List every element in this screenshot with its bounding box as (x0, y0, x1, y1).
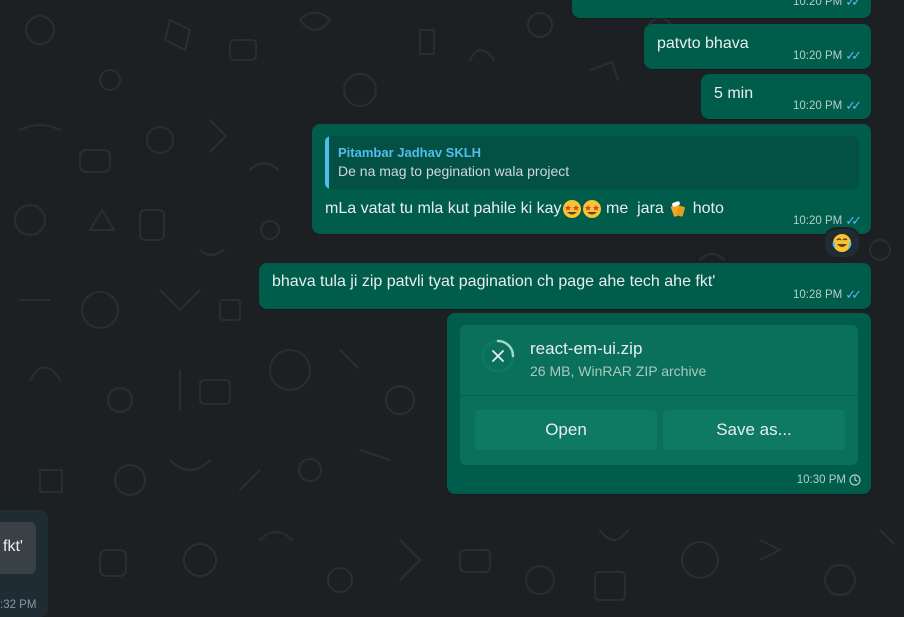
message-bubble[interactable]: patvto bhava 10:20 PM ✓✓ (644, 24, 871, 69)
message-meta: 10:28 PM ✓✓ (792, 287, 862, 303)
file-info: 26 MB, WinRAR ZIP archive (530, 363, 707, 379)
incoming-message-text: fkt' (3, 538, 23, 555)
face-with-tears-of-joy-icon (832, 234, 852, 252)
quote-author: Pitambar Jadhav SKLH (338, 145, 482, 160)
message-time: 10:20 PM (792, 0, 843, 8)
message-meta: 10:20 PM ✓✓ (792, 98, 862, 114)
download-progress[interactable] (480, 338, 516, 374)
star-struck-emoji-icon (562, 200, 581, 218)
message-time: 10:20 PM (792, 100, 843, 112)
message-bubble[interactable]: bhava tula ji zip patvli tyat pagination… (259, 263, 871, 309)
incoming-file-card: fkt' (0, 522, 36, 574)
file-message-bubble[interactable]: react-em-ui.zip 26 MB, WinRAR ZIP archiv… (447, 313, 871, 494)
message-meta: 10:20 PM ✓✓ (792, 0, 862, 10)
incoming-message-bubble[interactable]: fkt' :32 PM (0, 510, 48, 617)
message-text: patvto bhava (657, 35, 749, 52)
double-check-icon: ✓✓ (845, 0, 862, 9)
message-bubble[interactable]: 10:20 PM ✓✓ (572, 0, 871, 18)
message-meta: 10:20 PM ✓✓ (792, 48, 862, 64)
file-name: react-em-ui.zip (530, 339, 643, 358)
star-struck-emoji-icon (582, 200, 601, 218)
message-text-part: me jara (601, 200, 669, 218)
message-bubble-reply[interactable]: Pitambar Jadhav SKLH De na mag to pegina… (312, 124, 871, 234)
message-time: 10:20 PM (792, 215, 843, 227)
save-as-button[interactable]: Save as... (663, 410, 845, 450)
quote-text: De na mag to pegination wala project (338, 163, 570, 179)
open-button[interactable]: Open (475, 410, 657, 450)
double-check-icon: ✓✓ (845, 98, 862, 113)
message-meta: 10:30 PM (797, 474, 861, 486)
message-text-part: hoto (688, 200, 724, 218)
double-check-icon: ✓✓ (845, 48, 862, 63)
message-text: bhava tula ji zip patvli tyat pagination… (272, 273, 716, 290)
clock-icon (849, 474, 861, 486)
message-bubble[interactable]: 5 min 10:20 PM ✓✓ (701, 74, 871, 119)
message-reaction[interactable] (823, 227, 861, 259)
clinking-beer-emoji-icon (671, 201, 686, 217)
quote-bar (325, 136, 329, 189)
quoted-message[interactable]: Pitambar Jadhav SKLH De na mag to pegina… (325, 136, 859, 189)
close-icon[interactable] (480, 338, 516, 374)
file-card-divider (460, 395, 858, 396)
message-time: 10:30 PM (796, 474, 846, 486)
message-text: 5 min (714, 85, 754, 102)
message-text-part: mLa vatat tu mla kut pahile ki kay (325, 200, 562, 218)
message-time: 10:20 PM (792, 50, 843, 62)
double-check-icon: ✓✓ (845, 287, 862, 302)
message-time: 10:28 PM (792, 289, 843, 301)
message-text: mLa vatat tu mla kut pahile ki kay me ja… (325, 199, 724, 219)
incoming-message-time: :32 PM (0, 599, 37, 611)
file-card: react-em-ui.zip 26 MB, WinRAR ZIP archiv… (460, 325, 858, 465)
